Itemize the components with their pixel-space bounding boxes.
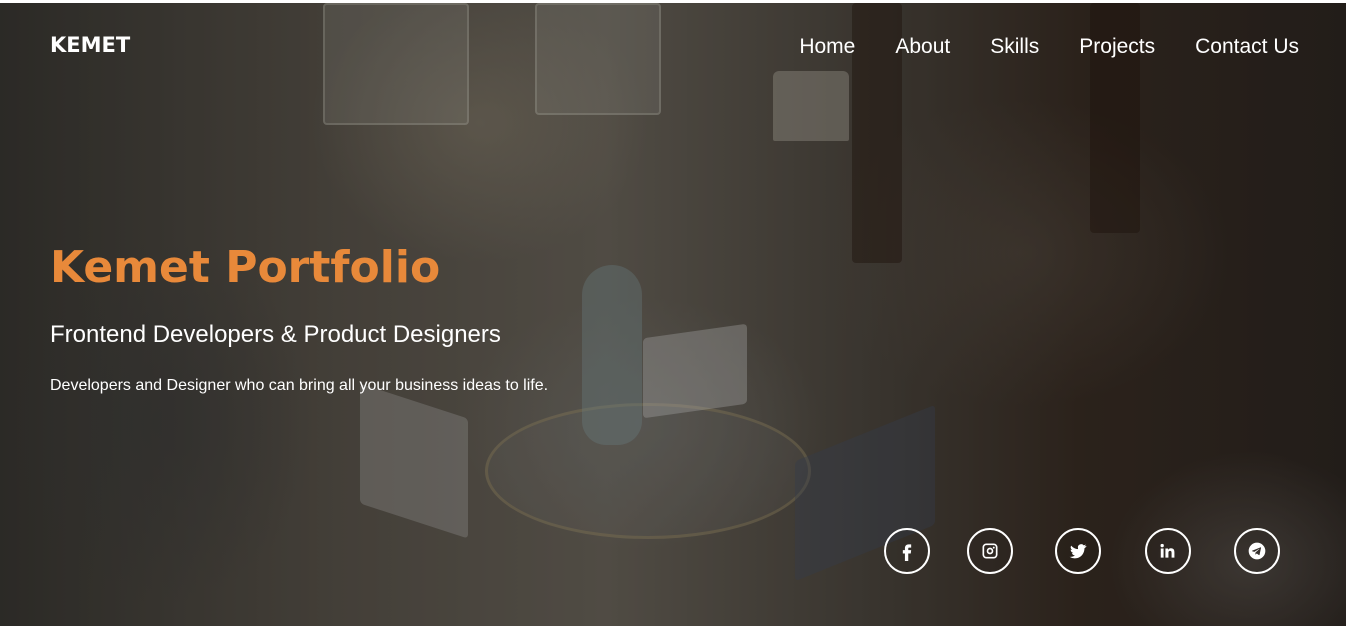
hero-section: KEMET Home About Skills Projects Contact… (0, 3, 1346, 626)
brand-logo[interactable]: KEMET (50, 33, 130, 57)
facebook-icon (902, 544, 912, 561)
hero-subtitle: Frontend Developers & Product Designers (50, 321, 501, 348)
nav-link-projects[interactable]: Projects (1079, 33, 1155, 61)
twitter-link[interactable] (1055, 528, 1101, 574)
main-nav: Home About Skills Projects Contact Us (759, 33, 1299, 61)
telegram-link[interactable] (1234, 528, 1280, 574)
instagram-link[interactable] (967, 528, 1013, 574)
nav-link-contact[interactable]: Contact Us (1195, 33, 1299, 61)
social-links (884, 528, 1280, 574)
nav-link-skills[interactable]: Skills (990, 33, 1039, 61)
twitter-icon (1069, 544, 1087, 559)
nav-link-home[interactable]: Home (799, 33, 855, 61)
hero-description: Developers and Designer who can bring al… (50, 377, 549, 394)
linkedin-icon (1160, 543, 1175, 558)
nav-link-about[interactable]: About (895, 33, 950, 61)
instagram-icon (982, 543, 998, 559)
facebook-link[interactable] (884, 528, 930, 574)
linkedin-link[interactable] (1145, 528, 1191, 574)
telegram-icon (1248, 542, 1266, 560)
hero-title: Kemet Portfolio (50, 242, 441, 293)
